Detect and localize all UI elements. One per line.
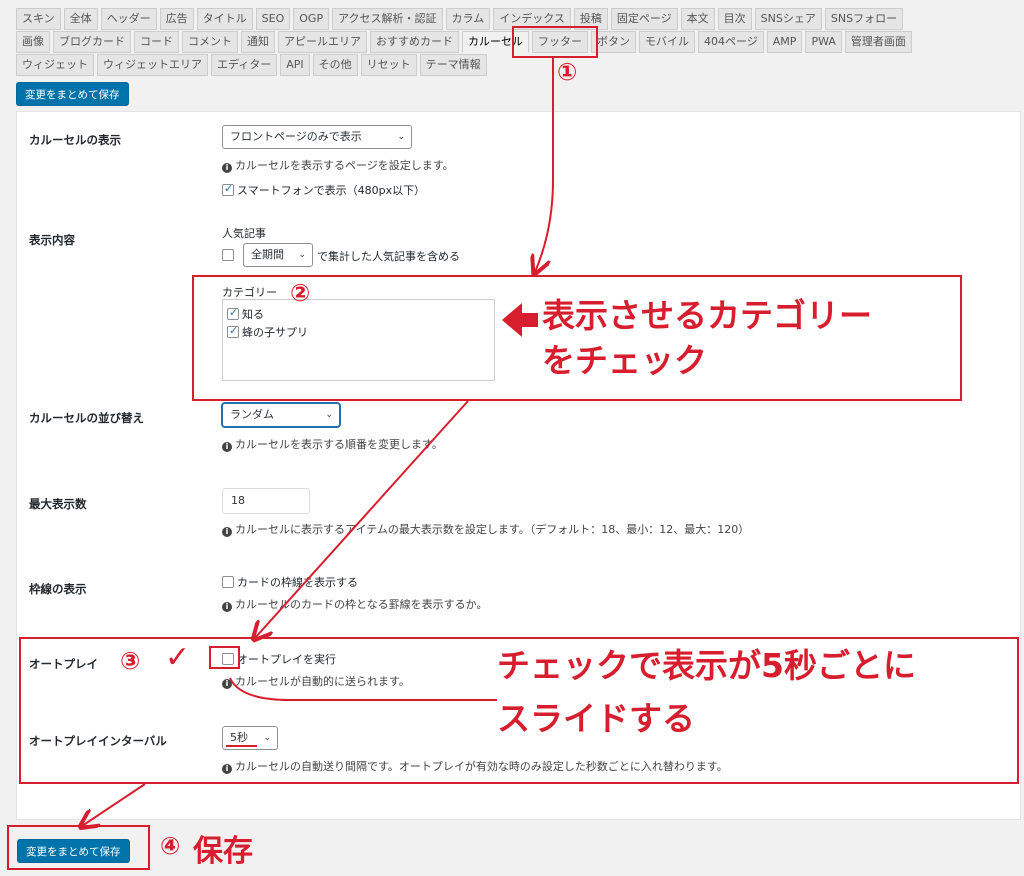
annotation-arrows (0, 58, 554, 876)
arrow-1-to-category (535, 58, 554, 272)
arrow-2-to-autoplay (255, 400, 469, 638)
arrow-category-indicator (502, 303, 538, 337)
arrow-autoplay-text (229, 677, 497, 701)
arrow-3-to-save (82, 783, 146, 826)
